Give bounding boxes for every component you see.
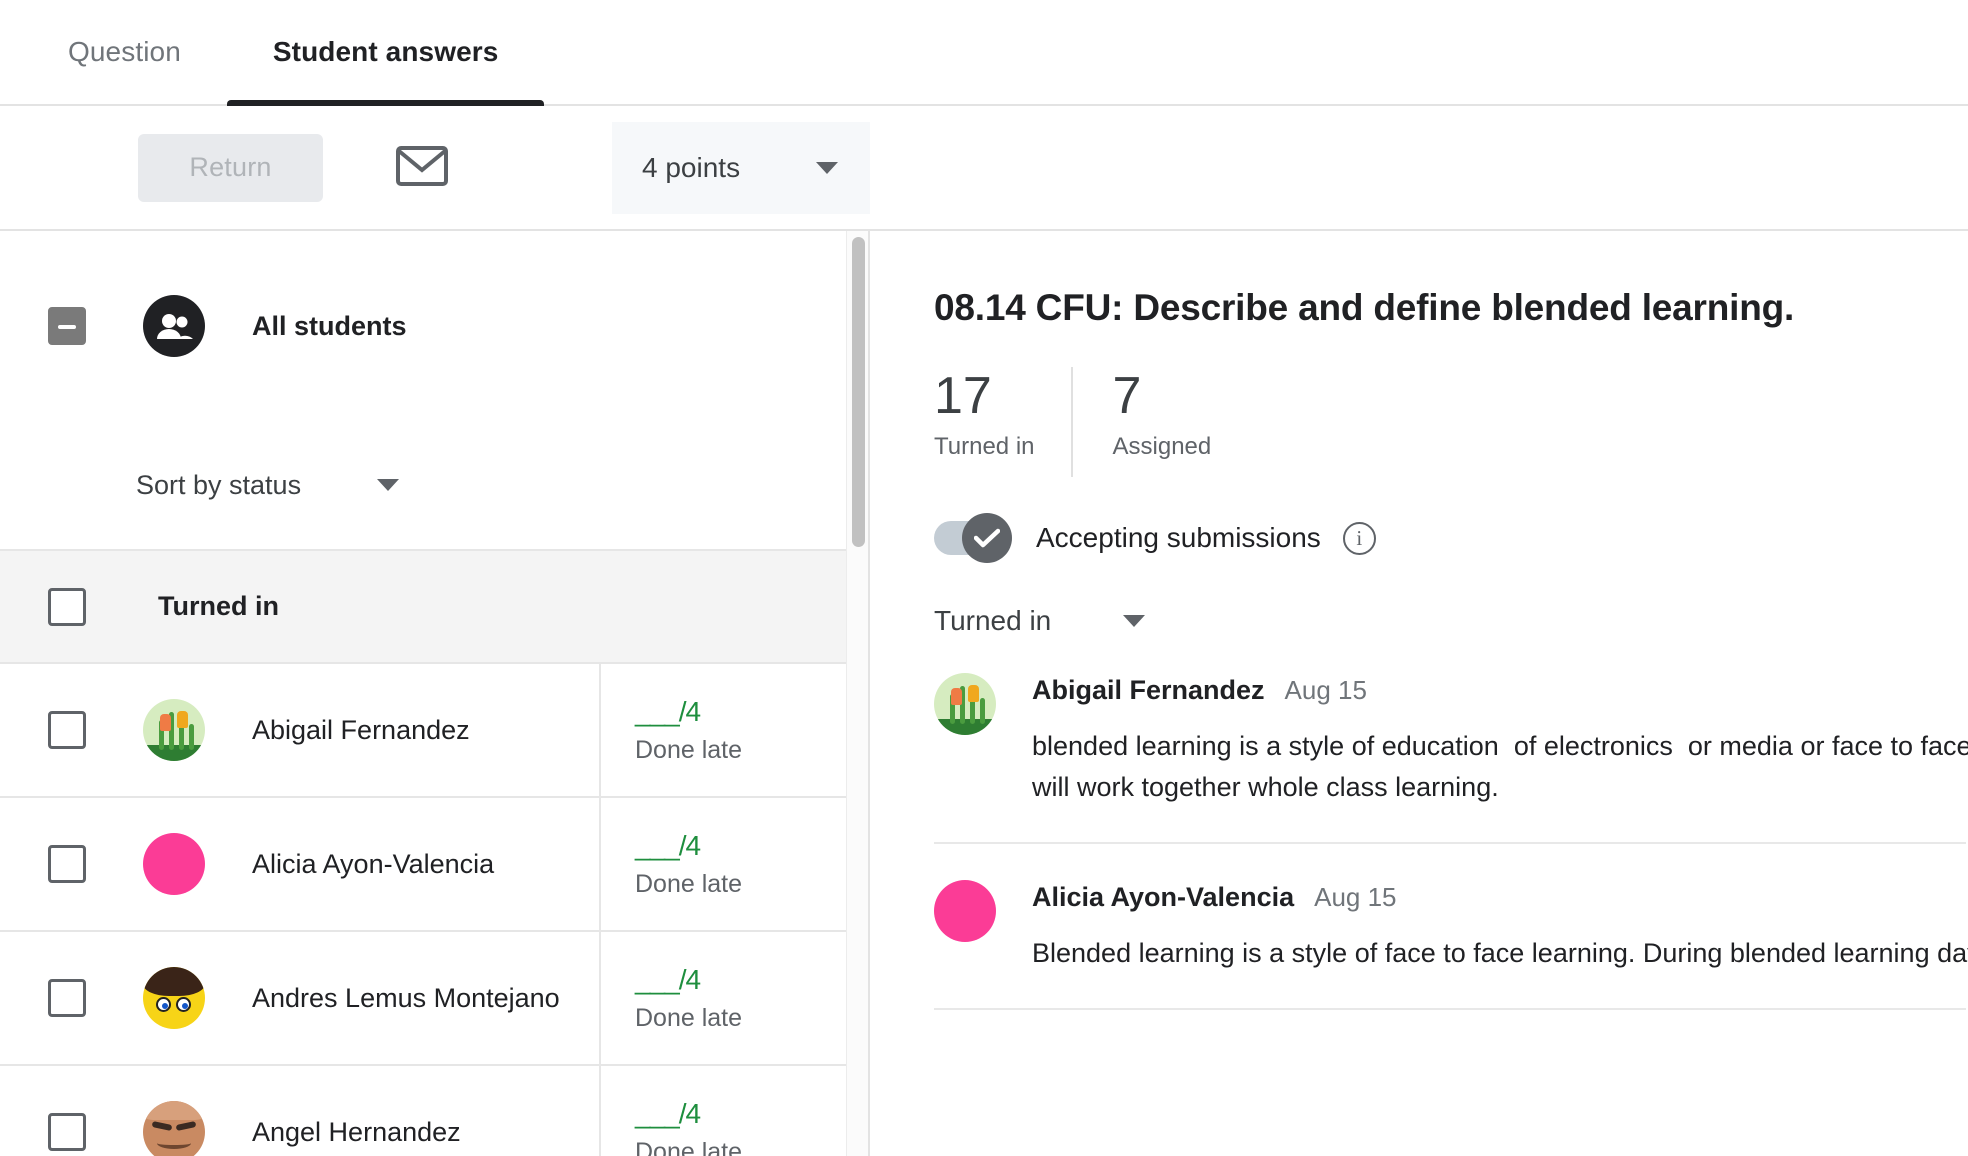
student-cell: Alicia Ayon-Valencia — [0, 798, 601, 930]
student-cell: Andres Lemus Montejano — [0, 932, 601, 1064]
answer-text: blended learning is a style of education… — [1032, 731, 1968, 802]
section-header-turned-in[interactable]: Turned in — [0, 549, 868, 664]
stat-number: 7 — [1112, 367, 1142, 425]
row-checkbox[interactable] — [48, 979, 86, 1017]
answer-date: Aug 15 — [1314, 882, 1397, 912]
scrollbar-thumb[interactable] — [852, 237, 865, 547]
avatar — [143, 1101, 205, 1156]
points-value: 4 points — [642, 151, 741, 183]
email-button[interactable] — [387, 133, 457, 203]
avatar — [143, 833, 205, 895]
all-students-row[interactable]: All students — [0, 231, 868, 421]
answer-header: Alicia Ayon-Valencia Aug 15 — [1032, 882, 1968, 913]
answer-author: Alicia Ayon-Valencia — [1032, 882, 1295, 912]
stat-number: 17 — [934, 367, 992, 425]
student-name: Angel Hernandez — [252, 1116, 461, 1147]
stat-caption: Assigned — [1112, 433, 1212, 460]
status-badge: Done late — [635, 735, 743, 764]
sort-label: Sort by status — [136, 469, 302, 500]
answer-header: Abigail Fernandez Aug 15 — [1032, 675, 1968, 706]
student-cell: Abigail Fernandez — [0, 664, 601, 796]
grade-cell[interactable]: ___/4 Done late — [601, 1066, 868, 1156]
accepting-submissions-row: Accepting submissions i — [934, 513, 1968, 563]
accepting-submissions-label: Accepting submissions — [1036, 522, 1321, 553]
select-all-checkbox[interactable] — [48, 307, 86, 345]
stat-assigned: 7 Assigned — [1070, 367, 1248, 477]
grade-value: ___/4 — [635, 695, 701, 727]
detail-panel: 08.14 CFU: Describe and define blended l… — [870, 231, 1968, 1156]
toolbar: Return 4 points — [0, 106, 1968, 231]
sort-dropdown[interactable]: Sort by status — [0, 421, 868, 549]
tab-question[interactable]: Question — [22, 0, 227, 105]
table-row[interactable]: Abigail Fernandez ___/4 Done late — [0, 664, 868, 798]
envelope-icon — [396, 146, 448, 189]
check-icon — [974, 528, 1000, 548]
all-students-label: All students — [252, 310, 407, 341]
avatar — [143, 699, 205, 761]
status-badge: Done late — [635, 1137, 743, 1156]
table-row[interactable]: Andres Lemus Montejano ___/4 Done late — [0, 932, 868, 1066]
student-name: Andres Lemus Montejano — [252, 982, 560, 1013]
student-cell: Angel Hernandez — [0, 1066, 601, 1156]
grade-cell[interactable]: ___/4 Done late — [601, 932, 868, 1064]
student-name: Alicia Ayon-Valencia — [252, 848, 495, 879]
answer-body: Abigail Fernandez Aug 15 blended learnin… — [1032, 673, 1968, 808]
answer-date: Aug 15 — [1284, 675, 1367, 705]
avatar — [934, 880, 996, 942]
table-row[interactable]: Angel Hernandez ___/4 Done late — [0, 1066, 868, 1156]
list-scrollbar[interactable] — [846, 231, 868, 1156]
row-checkbox[interactable] — [48, 711, 86, 749]
stat-turned-in: 17 Turned in — [934, 367, 1071, 477]
answer-body: Alicia Ayon-Valencia Aug 15 Blended lear… — [1032, 880, 1968, 974]
section-label: Turned in — [158, 591, 279, 621]
tab-question-label: Question — [68, 36, 181, 67]
chevron-down-icon — [377, 479, 400, 491]
student-name: Abigail Fernandez — [252, 714, 470, 745]
grade-value: ___/4 — [635, 963, 701, 995]
status-filter-dropdown[interactable]: Turned in — [934, 605, 1224, 637]
page-title: 08.14 CFU: Describe and define blended l… — [934, 287, 1795, 328]
tab-student-answers[interactable]: Student answers — [226, 0, 545, 107]
grade-cell[interactable]: ___/4 Done late — [601, 798, 868, 930]
tab-student-answers-label: Student answers — [272, 36, 499, 67]
grade-value: ___/4 — [635, 1097, 701, 1129]
list-item[interactable]: Alicia Ayon-Valencia Aug 15 Blended lear… — [934, 880, 1968, 1010]
stats-group: 17 Turned in 7 Assigned — [934, 367, 1968, 477]
section-checkbox[interactable] — [48, 587, 86, 626]
accepting-submissions-toggle[interactable] — [934, 513, 1012, 563]
answer-text: Blended learning is a style of face to f… — [1032, 938, 1968, 968]
return-button[interactable]: Return — [138, 133, 323, 202]
avatar — [934, 673, 996, 735]
toggle-knob — [962, 513, 1012, 563]
grade-cell[interactable]: ___/4 Done late — [601, 664, 868, 796]
tab-bar: Question Student answers — [0, 0, 1968, 107]
info-icon[interactable]: i — [1342, 521, 1376, 555]
stat-caption: Turned in — [934, 433, 1035, 460]
row-checkbox[interactable] — [48, 845, 86, 883]
chevron-down-icon — [1123, 615, 1146, 627]
list-item[interactable]: Abigail Fernandez Aug 15 blended learnin… — [934, 673, 1968, 844]
avatar — [143, 967, 205, 1029]
status-badge: Done late — [635, 1003, 743, 1032]
chevron-down-icon — [816, 161, 838, 174]
status-badge: Done late — [635, 869, 743, 898]
people-icon — [143, 295, 205, 357]
main-split: All students Sort by status Turned in Ab… — [0, 231, 1968, 1156]
status-filter-label: Turned in — [934, 605, 1052, 636]
table-row[interactable]: Alicia Ayon-Valencia ___/4 Done late — [0, 798, 868, 932]
grade-value: ___/4 — [635, 829, 701, 861]
answer-author: Abigail Fernandez — [1032, 675, 1265, 705]
student-list-panel: All students Sort by status Turned in Ab… — [0, 231, 870, 1156]
points-dropdown[interactable]: 4 points — [612, 121, 870, 214]
row-checkbox[interactable] — [48, 1113, 86, 1151]
